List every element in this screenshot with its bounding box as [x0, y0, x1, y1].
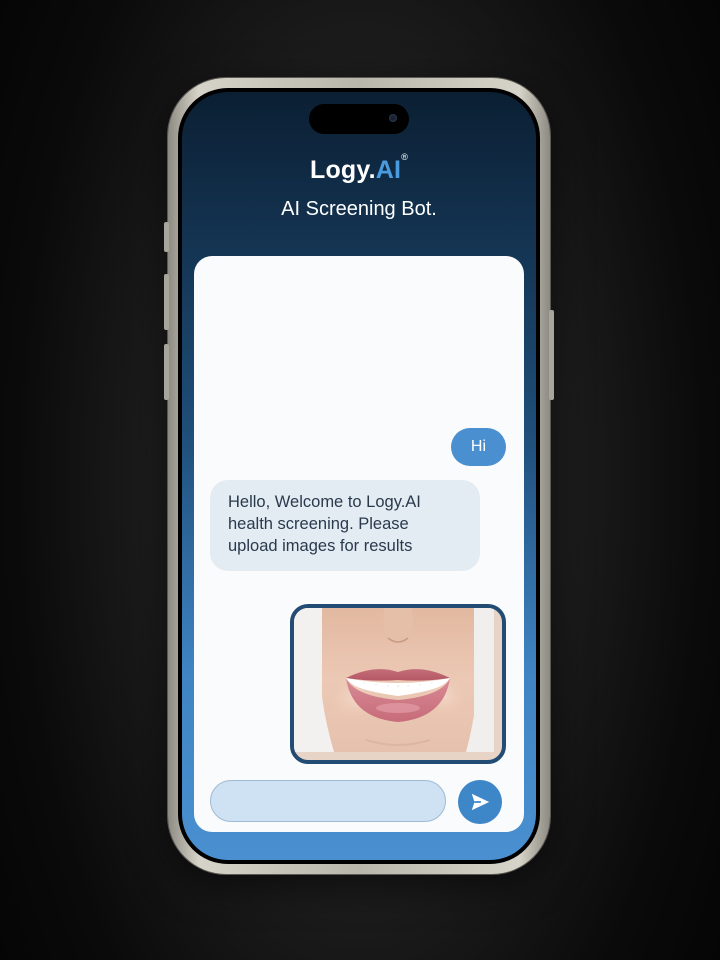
- app-screen: Logy.AI® AI Screening Bot. Hi Hello, Wel…: [182, 92, 536, 860]
- message-input[interactable]: [210, 780, 446, 822]
- uploaded-image-message[interactable]: [290, 604, 506, 764]
- phone-frame: Logy.AI® AI Screening Bot. Hi Hello, Wel…: [164, 78, 554, 874]
- chat-panel: Hi Hello, Welcome to Logy.AI health scre…: [194, 256, 524, 832]
- send-button[interactable]: [458, 780, 502, 824]
- user-message-bubble: Hi: [450, 428, 506, 466]
- app-logo: Logy.AI®: [182, 152, 536, 185]
- action-button: [164, 222, 169, 252]
- power-button: [549, 310, 554, 400]
- phone-screen: Logy.AI® AI Screening Bot. Hi Hello, Wel…: [178, 88, 540, 864]
- brand-accent: AI: [375, 156, 402, 184]
- page-subtitle: AI Screening Bot.: [281, 198, 437, 220]
- camera-icon: [389, 114, 397, 122]
- volume-up-button: [164, 274, 169, 330]
- dynamic-island: [309, 104, 409, 134]
- send-icon: [471, 793, 490, 811]
- volume-down-button: [164, 344, 169, 400]
- brand-name: Logy.: [309, 156, 376, 184]
- registered-mark: ®: [401, 152, 409, 162]
- smiling-mouth-photo: [294, 608, 494, 752]
- bot-message-bubble: Hello, Welcome to Logy.AI health screeni…: [210, 480, 480, 571]
